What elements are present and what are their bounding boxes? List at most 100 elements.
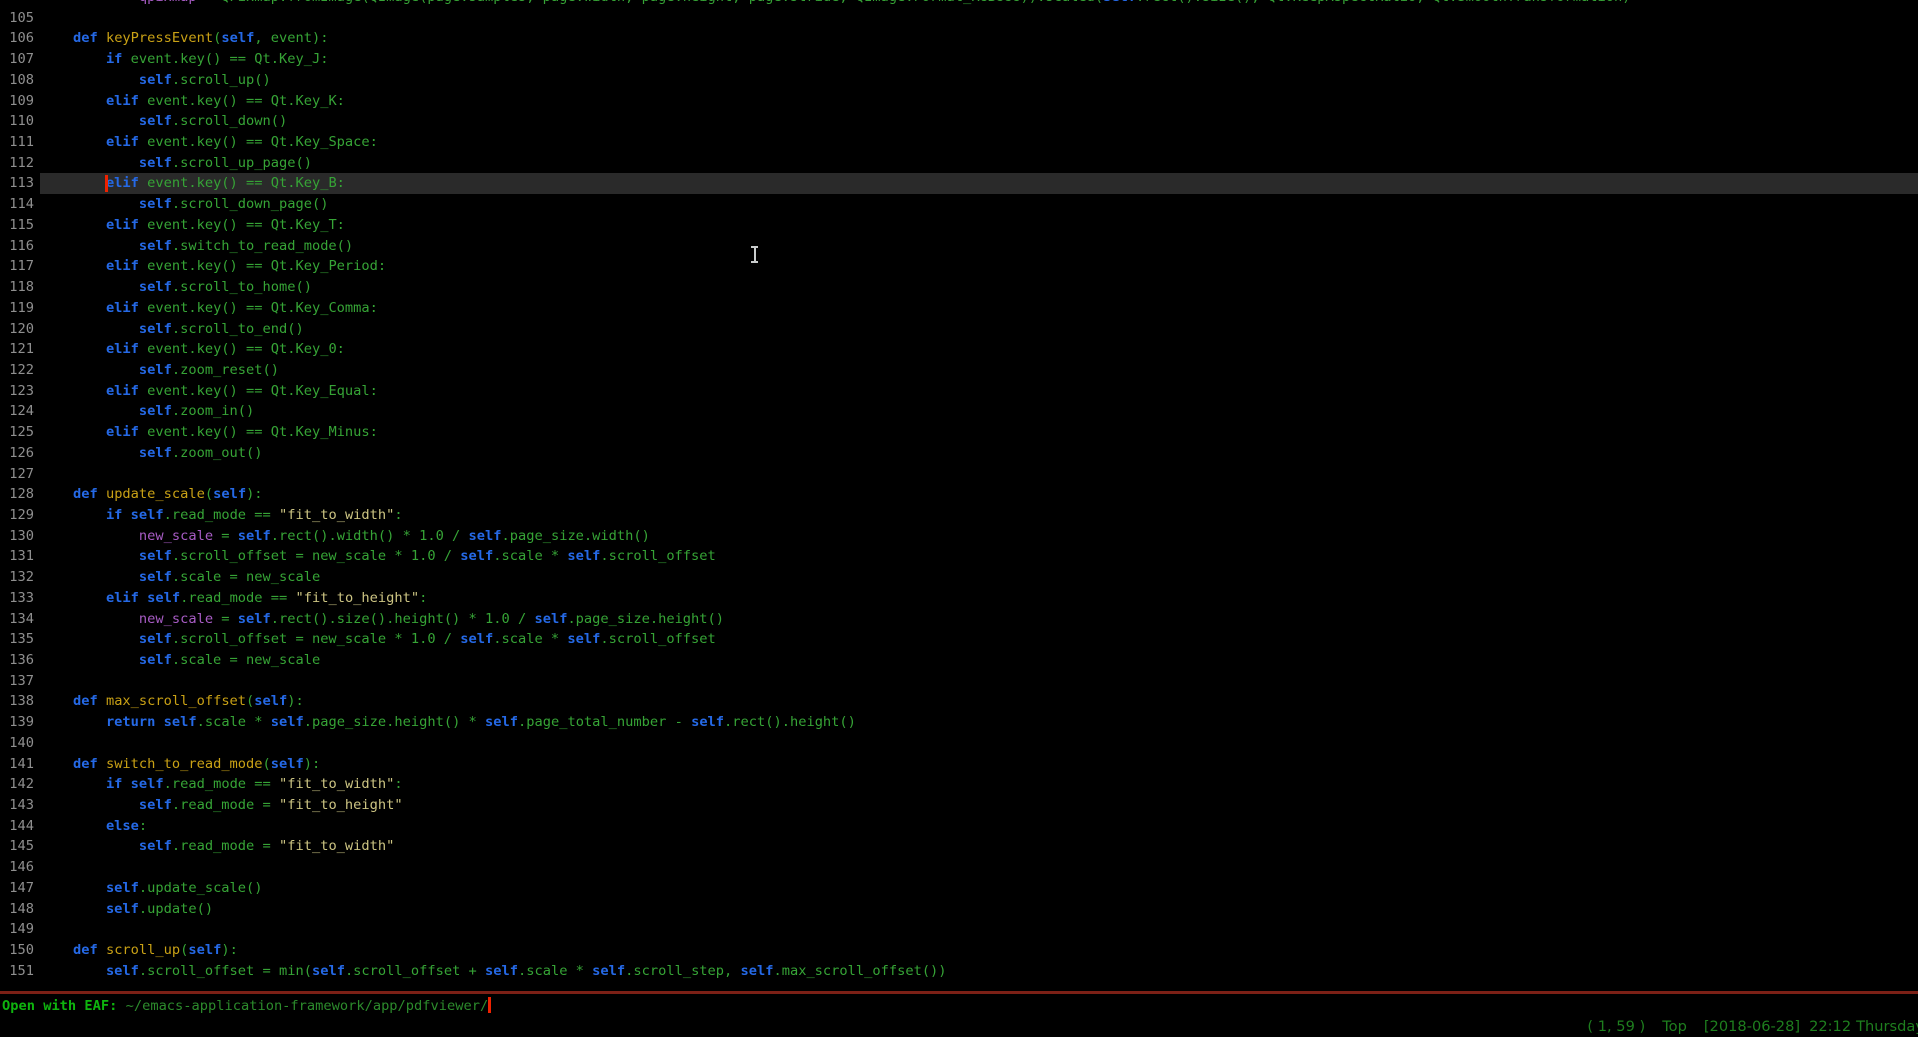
code-text[interactable]: if self.read_mode == "fit_to_width":: [40, 505, 1918, 526]
code-line[interactable]: 106 def keyPressEvent(self, event):: [0, 28, 1918, 49]
code-line[interactable]: 137: [0, 671, 1918, 692]
code-line[interactable]: 115 elif event.key() == Qt.Key_T:: [0, 215, 1918, 236]
code-line[interactable]: 113 elif event.key() == Qt.Key_B:: [0, 173, 1918, 194]
code-text[interactable]: else:: [40, 816, 1918, 837]
code-line[interactable]: 121 elif event.key() == Qt.Key_0:: [0, 339, 1918, 360]
code-line[interactable]: 119 elif event.key() == Qt.Key_Comma:: [0, 298, 1918, 319]
code-text[interactable]: self.scroll_offset = min(self.scroll_off…: [40, 961, 1918, 982]
code-line[interactable]: 114 self.scroll_down_page(): [0, 194, 1918, 215]
code-text[interactable]: def max_scroll_offset(self):: [40, 691, 1918, 712]
code-line[interactable]: 151 self.scroll_offset = min(self.scroll…: [0, 961, 1918, 982]
code-text[interactable]: self.scroll_up(): [40, 70, 1918, 91]
code-text[interactable]: if event.key() == Qt.Key_J:: [40, 49, 1918, 70]
code-text[interactable]: elif event.key() == Qt.Key_K:: [40, 91, 1918, 112]
code-text[interactable]: elif event.key() == Qt.Key_Comma:: [40, 298, 1918, 319]
code-line[interactable]: 108 self.scroll_up(): [0, 70, 1918, 91]
code-line[interactable]: 148 self.update(): [0, 899, 1918, 920]
code-text[interactable]: qpixmap = QPixmap.fromImage(QImage(page.…: [40, 0, 1918, 8]
code-line[interactable]: 118 self.scroll_to_home(): [0, 277, 1918, 298]
code-line[interactable]: 136 self.scale = new_scale: [0, 650, 1918, 671]
code-text[interactable]: self.scroll_offset = new_scale * 1.0 / s…: [40, 629, 1918, 650]
code-text[interactable]: self.update(): [40, 899, 1918, 920]
code-text[interactable]: [40, 464, 1918, 485]
code-line[interactable]: 144 else:: [0, 816, 1918, 837]
code-text[interactable]: self.scroll_to_end(): [40, 319, 1918, 340]
code-text[interactable]: self.scale = new_scale: [40, 650, 1918, 671]
code-text[interactable]: def switch_to_read_mode(self):: [40, 754, 1918, 775]
code-text[interactable]: self.scroll_down_page(): [40, 194, 1918, 215]
code-buffer[interactable]: qpixmap = QPixmap.fromImage(QImage(page.…: [0, 0, 1918, 982]
code-text[interactable]: [40, 671, 1918, 692]
code-text[interactable]: def scroll_up(self):: [40, 940, 1918, 961]
code-line[interactable]: 150 def scroll_up(self):: [0, 940, 1918, 961]
code-line[interactable]: 133 elif self.read_mode == "fit_to_heigh…: [0, 588, 1918, 609]
code-line[interactable]: 146: [0, 857, 1918, 878]
code-text[interactable]: self.read_mode = "fit_to_width": [40, 836, 1918, 857]
code-line[interactable]: 134 new_scale = self.rect().size().heigh…: [0, 609, 1918, 630]
code-text[interactable]: self.zoom_in(): [40, 401, 1918, 422]
code-text[interactable]: def keyPressEvent(self, event):: [40, 28, 1918, 49]
code-text[interactable]: elif event.key() == Qt.Key_Equal:: [40, 381, 1918, 402]
code-line-partial[interactable]: qpixmap = QPixmap.fromImage(QImage(page.…: [0, 0, 1918, 8]
code-line[interactable]: 149: [0, 919, 1918, 940]
code-line[interactable]: 116 self.switch_to_read_mode(): [0, 236, 1918, 257]
code-text[interactable]: self.scroll_up_page(): [40, 153, 1918, 174]
code-line[interactable]: 123 elif event.key() == Qt.Key_Equal:: [0, 381, 1918, 402]
code-line[interactable]: 109 elif event.key() == Qt.Key_K:: [0, 91, 1918, 112]
code-line[interactable]: 138 def max_scroll_offset(self):: [0, 691, 1918, 712]
code-line[interactable]: 124 self.zoom_in(): [0, 401, 1918, 422]
code-text[interactable]: new_scale = self.rect().width() * 1.0 / …: [40, 526, 1918, 547]
code-line[interactable]: 135 self.scroll_offset = new_scale * 1.0…: [0, 629, 1918, 650]
code-text[interactable]: self.update_scale(): [40, 878, 1918, 899]
code-text[interactable]: elif self.read_mode == "fit_to_height":: [40, 588, 1918, 609]
code-text[interactable]: self.zoom_reset(): [40, 360, 1918, 381]
code-text[interactable]: elif event.key() == Qt.Key_B:: [40, 173, 1918, 194]
code-text[interactable]: [40, 733, 1918, 754]
code-line[interactable]: 112 self.scroll_up_page(): [0, 153, 1918, 174]
code-line[interactable]: 105: [0, 8, 1918, 29]
code-line[interactable]: 117 elif event.key() == Qt.Key_Period:: [0, 256, 1918, 277]
code-text[interactable]: [40, 8, 1918, 29]
code-text[interactable]: [40, 919, 1918, 940]
code-text[interactable]: elif event.key() == Qt.Key_Period:: [40, 256, 1918, 277]
code-text[interactable]: self.switch_to_read_mode(): [40, 236, 1918, 257]
minibuffer[interactable]: Open with EAF: ~/emacs-application-frame…: [2, 996, 491, 1017]
code-text[interactable]: def update_scale(self):: [40, 484, 1918, 505]
code-line[interactable]: 131 self.scroll_offset = new_scale * 1.0…: [0, 546, 1918, 567]
code-text[interactable]: if self.read_mode == "fit_to_width":: [40, 774, 1918, 795]
code-text[interactable]: self.scroll_down(): [40, 111, 1918, 132]
code-text[interactable]: elif event.key() == Qt.Key_Minus:: [40, 422, 1918, 443]
code-line[interactable]: 130 new_scale = self.rect().width() * 1.…: [0, 526, 1918, 547]
code-line[interactable]: 122 self.zoom_reset(): [0, 360, 1918, 381]
code-line[interactable]: 140: [0, 733, 1918, 754]
code-line[interactable]: 141 def switch_to_read_mode(self):: [0, 754, 1918, 775]
code-line[interactable]: 107 if event.key() == Qt.Key_J:: [0, 49, 1918, 70]
code-line[interactable]: 125 elif event.key() == Qt.Key_Minus:: [0, 422, 1918, 443]
code-line[interactable]: 143 self.read_mode = "fit_to_height": [0, 795, 1918, 816]
code-text[interactable]: [40, 857, 1918, 878]
code-line[interactable]: 129 if self.read_mode == "fit_to_width":: [0, 505, 1918, 526]
code-line[interactable]: 147 self.update_scale(): [0, 878, 1918, 899]
code-text[interactable]: self.scroll_offset = new_scale * 1.0 / s…: [40, 546, 1918, 567]
code-text[interactable]: elif event.key() == Qt.Key_Space:: [40, 132, 1918, 153]
code-line[interactable]: 120 self.scroll_to_end(): [0, 319, 1918, 340]
line-number: 117: [0, 256, 40, 277]
code-line[interactable]: 132 self.scale = new_scale: [0, 567, 1918, 588]
code-text[interactable]: self.scroll_to_home(): [40, 277, 1918, 298]
code-text[interactable]: new_scale = self.rect().size().height() …: [40, 609, 1918, 630]
code-text[interactable]: self.read_mode = "fit_to_height": [40, 795, 1918, 816]
code-line[interactable]: 128 def update_scale(self):: [0, 484, 1918, 505]
code-line[interactable]: 142 if self.read_mode == "fit_to_width":: [0, 774, 1918, 795]
code-line[interactable]: 110 self.scroll_down(): [0, 111, 1918, 132]
code-text[interactable]: elif event.key() == Qt.Key_0:: [40, 339, 1918, 360]
code-text[interactable]: elif event.key() == Qt.Key_T:: [40, 215, 1918, 236]
minibuffer-input[interactable]: ~/emacs-application-framework/app/pdfvie…: [126, 998, 489, 1014]
code-text[interactable]: return self.scale * self.page_size.heigh…: [40, 712, 1918, 733]
code-line[interactable]: 139 return self.scale * self.page_size.h…: [0, 712, 1918, 733]
code-text[interactable]: self.scale = new_scale: [40, 567, 1918, 588]
code-line[interactable]: 145 self.read_mode = "fit_to_width": [0, 836, 1918, 857]
code-line[interactable]: 111 elif event.key() == Qt.Key_Space:: [0, 132, 1918, 153]
code-line[interactable]: 126 self.zoom_out(): [0, 443, 1918, 464]
code-text[interactable]: self.zoom_out(): [40, 443, 1918, 464]
code-line[interactable]: 127: [0, 464, 1918, 485]
